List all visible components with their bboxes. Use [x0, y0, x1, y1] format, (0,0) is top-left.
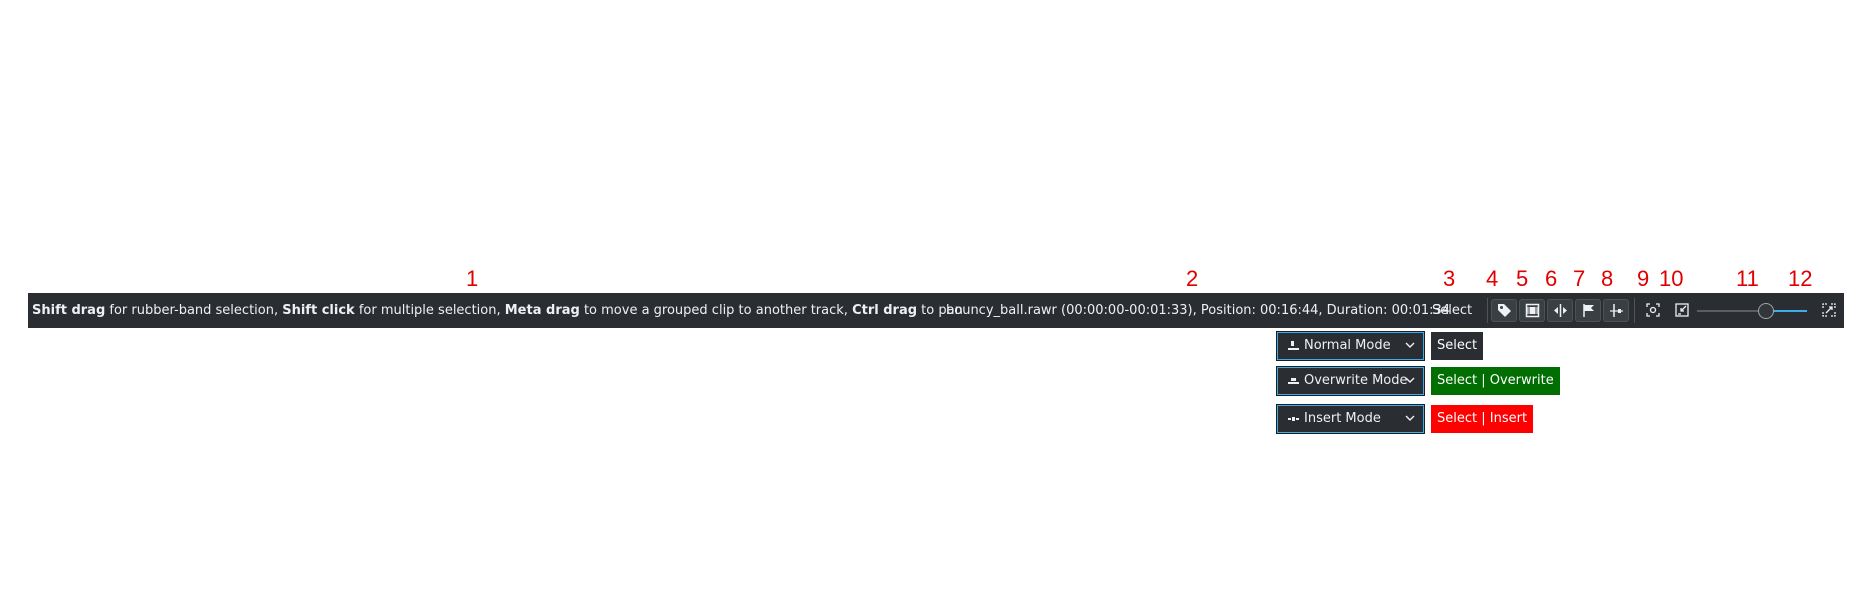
- separator: [1487, 298, 1488, 323]
- fullscreen-button[interactable]: [1817, 299, 1841, 322]
- hint-text-2: for multiple selection,: [354, 303, 505, 318]
- separator: [1634, 298, 1635, 323]
- chevron-down-icon: [1405, 377, 1415, 383]
- callout-5: 5: [1516, 266, 1529, 291]
- fullscreen-icon: [1822, 303, 1836, 317]
- callout-1: 1: [466, 266, 479, 291]
- overwrite-mode-icon: [1288, 378, 1299, 384]
- callout-12: 12: [1788, 266, 1813, 291]
- edit-mode-select-normal[interactable]: Normal Mode: [1276, 331, 1425, 361]
- markers-button[interactable]: [1575, 299, 1601, 322]
- callout-2: 2: [1186, 266, 1199, 291]
- callout-4: 4: [1486, 266, 1499, 291]
- tool-mode-label[interactable]: Select: [1432, 293, 1472, 328]
- chevron-down-icon: [1405, 415, 1415, 421]
- insert-mode-icon: [1288, 417, 1299, 421]
- thumbnails-button[interactable]: [1519, 299, 1545, 322]
- callout-10: 10: [1659, 266, 1684, 291]
- hint-key-shift-click: Shift click: [282, 303, 355, 318]
- edit-mode-select-overwrite[interactable]: Overwrite Mode: [1276, 366, 1425, 396]
- zoom-out-button[interactable]: [1670, 299, 1694, 322]
- zoom-slider[interactable]: [1697, 303, 1807, 319]
- hint-key-meta-drag: Meta drag: [504, 303, 580, 318]
- timeline-status-bar: Shift drag for rubber-band selection, Sh…: [28, 293, 1844, 328]
- film-icon: [1525, 303, 1540, 318]
- callout-11: 11: [1736, 266, 1759, 291]
- color-tag-button[interactable]: [1491, 299, 1517, 322]
- snap-icon: [1554, 304, 1567, 317]
- mode-status-badge: Select | Insert: [1431, 405, 1534, 433]
- zoom-fit-icon: [1646, 303, 1660, 317]
- callout-3: 3: [1443, 266, 1456, 291]
- mode-status-badge: Select | Overwrite: [1431, 367, 1560, 395]
- marker-icon: [1610, 304, 1623, 317]
- mode-status-badge: Select: [1431, 332, 1484, 360]
- flag-icon: [1583, 304, 1594, 317]
- mode-label: Normal Mode: [1304, 338, 1391, 353]
- canvas: 1 2 3 4 5 6 7 8 9 10 11 12 Shift drag fo…: [0, 0, 1865, 613]
- hint-text-3: to move a grouped clip to another track,: [579, 303, 853, 318]
- zoom-slider-handle[interactable]: [1758, 303, 1775, 319]
- hint-key-shift-drag: Shift drag: [32, 303, 106, 318]
- callout-9: 9: [1637, 266, 1650, 291]
- normal-mode-icon: [1288, 341, 1299, 350]
- callout-7: 7: [1573, 266, 1586, 291]
- keyboard-hint: Shift drag for rubber-band selection, Sh…: [32, 293, 963, 328]
- snap-button[interactable]: [1603, 299, 1629, 322]
- mode-label: Overwrite Mode: [1304, 373, 1408, 388]
- callout-6: 6: [1545, 266, 1558, 291]
- chevron-down-icon: [1405, 342, 1415, 348]
- hint-text-1: for rubber-band selection,: [105, 303, 283, 318]
- fit-zoom-button[interactable]: [1641, 299, 1665, 322]
- audio-waveform-button[interactable]: [1547, 299, 1573, 322]
- collapse-icon: [1675, 303, 1689, 317]
- hint-key-ctrl-drag: Ctrl drag: [852, 303, 918, 318]
- edit-mode-select-insert[interactable]: Insert Mode: [1276, 404, 1425, 434]
- tag-icon: [1498, 304, 1511, 317]
- callout-8: 8: [1601, 266, 1614, 291]
- clip-info: bouncy_ball.rawr (00:00:00-00:01:33), Po…: [946, 303, 1451, 318]
- mode-label: Insert Mode: [1304, 411, 1381, 426]
